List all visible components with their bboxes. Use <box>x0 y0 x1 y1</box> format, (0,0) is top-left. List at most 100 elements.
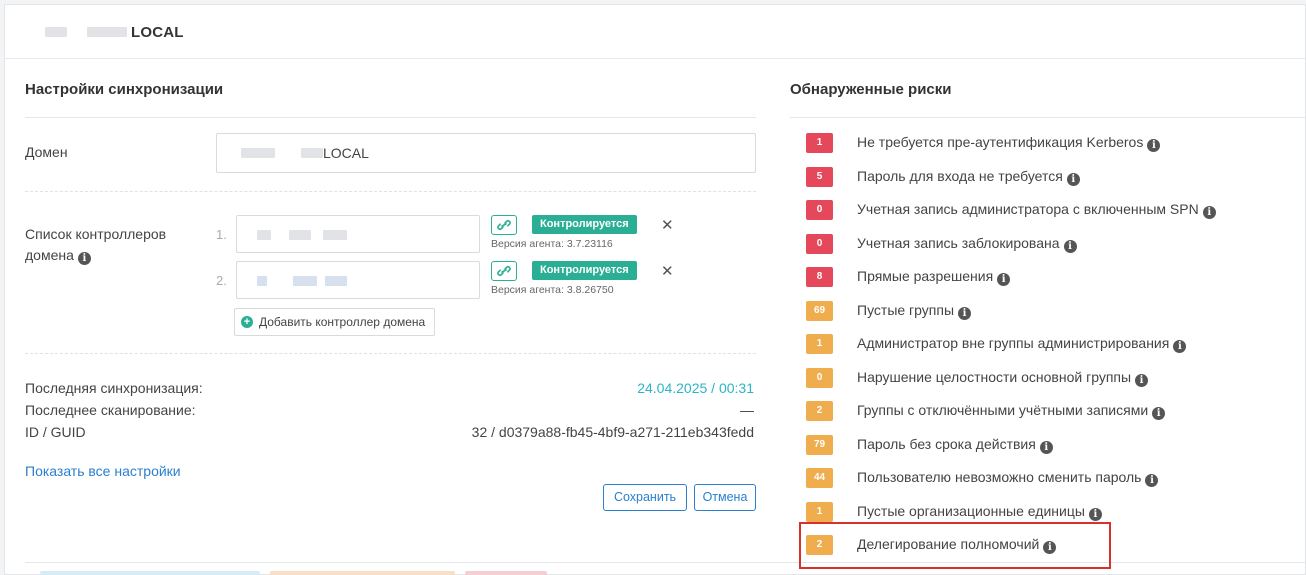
redacted-dc <box>257 276 267 286</box>
last-sync-label: Последняя синхронизация: <box>25 380 203 396</box>
risk-label: Администратор вне группы администрирован… <box>857 335 1187 353</box>
divider <box>25 191 756 192</box>
show-all-settings-link[interactable]: Показать все настройки <box>25 463 181 479</box>
risk-label-text: Не требуется пре-аутентификация Kerberos <box>857 134 1144 150</box>
sync-settings-title: Настройки синхронизации <box>25 81 224 98</box>
info-icon[interactable]: i <box>1173 340 1187 353</box>
close-icon[interactable]: ✕ <box>661 218 674 233</box>
risk-label-text: Пустые группы <box>857 302 955 318</box>
risk-count-badge: 69 <box>806 301 833 321</box>
close-icon[interactable]: ✕ <box>661 264 674 279</box>
risk-count-badge: 44 <box>806 468 833 488</box>
risk-label: Пустые группы i <box>857 302 972 320</box>
id-value: 32 / d0379a88-fb45-4bf9-a271-211eb343fed… <box>471 424 754 440</box>
highlight-frame <box>799 522 1111 569</box>
tab-strip <box>40 571 260 575</box>
redacted-dc <box>325 276 347 286</box>
risk-count-badge: 79 <box>806 435 833 455</box>
divider <box>25 353 756 354</box>
risk-count-badge: 0 <box>806 234 833 254</box>
divider <box>25 562 1306 563</box>
risk-count-badge: 2 <box>806 401 833 421</box>
risk-label: Пароль для входа не требуется i <box>857 168 1080 186</box>
tab-strip <box>270 571 455 575</box>
dc-index: 1. <box>216 227 227 242</box>
risk-label: Не требуется пре-аутентификация Kerberos… <box>857 134 1161 152</box>
link-icon[interactable] <box>491 261 517 281</box>
risk-label-text: Пользователю невозможно сменить пароль <box>857 469 1142 485</box>
redacted-dc <box>293 276 317 286</box>
risk-label: Пустые организационные единицы i <box>857 503 1102 521</box>
last-scan-value: — <box>740 402 754 418</box>
dc-input-2[interactable] <box>236 261 480 299</box>
page-title: LOCAL <box>131 24 184 41</box>
risk-label: Прямые разрешения i <box>857 268 1011 286</box>
domain-card: LOCAL Настройки синхронизации Домен LOCA… <box>4 4 1306 575</box>
risk-label-text: Учетная запись администратора с включенн… <box>857 201 1199 217</box>
redacted-dc <box>323 230 347 240</box>
info-icon[interactable]: i <box>1066 173 1080 186</box>
cancel-button[interactable]: Отмена <box>694 484 756 511</box>
info-icon[interactable]: i <box>1152 407 1166 420</box>
risk-label-text: Пароль для входа не требуется <box>857 168 1063 184</box>
last-scan-label: Последнее сканирование: <box>25 402 196 418</box>
redacted-name <box>87 27 127 37</box>
domain-input[interactable]: LOCAL <box>216 133 756 173</box>
redacted-name <box>45 27 67 37</box>
info-icon[interactable]: i <box>1147 139 1161 152</box>
risk-count-badge: 1 <box>806 334 833 354</box>
status-badge: Контролируется <box>532 215 637 234</box>
card-header: LOCAL <box>5 5 1305 59</box>
info-icon[interactable]: i <box>1039 441 1053 454</box>
info-icon[interactable]: i <box>1063 240 1077 253</box>
save-button[interactable]: Сохранить <box>603 484 687 511</box>
redacted-domain <box>241 148 275 158</box>
dc-list-label: Список контроллеров домена i <box>25 224 205 266</box>
risk-label-text: Пустые организационные единицы <box>857 503 1085 519</box>
redacted-dc <box>289 230 311 240</box>
plus-circle-icon: + <box>241 316 253 328</box>
risk-count-badge: 1 <box>806 502 833 522</box>
risk-count-badge: 0 <box>806 368 833 388</box>
divider <box>790 117 1306 118</box>
redacted-dc <box>257 230 271 240</box>
tab-strip <box>465 571 547 575</box>
agent-version: Версия агента: 3.8.26750 <box>491 284 614 296</box>
risk-count-badge: 5 <box>806 167 833 187</box>
divider <box>25 117 756 118</box>
info-icon[interactable]: i <box>77 252 91 265</box>
risk-label-text: Пароль без срока действия <box>857 436 1036 452</box>
risk-label-text: Группы с отключёнными учётными записями <box>857 402 1149 418</box>
agent-version: Версия агента: 3.7.23116 <box>491 238 613 250</box>
dc-index: 2. <box>216 273 227 288</box>
dc-list-label-text: Список контроллеров домена <box>25 226 167 263</box>
risk-count-badge: 1 <box>806 133 833 153</box>
info-icon[interactable]: i <box>958 307 972 320</box>
risks-title: Обнаруженные риски <box>790 81 952 98</box>
risk-label: Пользователю невозможно сменить пароль i <box>857 469 1159 487</box>
info-icon[interactable]: i <box>1145 474 1159 487</box>
risk-label-text: Нарушение целостности основной группы <box>857 369 1132 385</box>
risk-label: Учетная запись заблокирована i <box>857 235 1077 253</box>
risk-count-badge: 8 <box>806 267 833 287</box>
redacted-domain <box>301 148 323 158</box>
risk-label-text: Администратор вне группы администрирован… <box>857 335 1170 351</box>
dc-input-1[interactable] <box>236 215 480 253</box>
risk-label: Группы с отключёнными учётными записями i <box>857 402 1166 420</box>
add-dc-button[interactable]: + Добавить контроллер домена <box>234 308 436 336</box>
info-icon[interactable]: i <box>997 273 1011 286</box>
risk-label-text: Учетная запись заблокирована <box>857 235 1060 251</box>
add-dc-label: Добавить контроллер домена <box>259 315 426 329</box>
info-icon[interactable]: i <box>1202 206 1216 219</box>
risk-label: Нарушение целостности основной группы i <box>857 369 1149 387</box>
risk-label: Пароль без срока действия i <box>857 436 1053 454</box>
link-icon[interactable] <box>491 215 517 235</box>
id-label: ID / GUID <box>25 424 86 440</box>
domain-value: LOCAL <box>323 145 369 161</box>
last-sync-value: 24.04.2025 / 00:31 <box>637 380 754 396</box>
info-icon[interactable]: i <box>1135 374 1149 387</box>
risk-count-badge: 0 <box>806 200 833 220</box>
domain-label: Домен <box>25 144 68 160</box>
status-badge: Контролируется <box>532 261 637 280</box>
info-icon[interactable]: i <box>1088 508 1102 521</box>
